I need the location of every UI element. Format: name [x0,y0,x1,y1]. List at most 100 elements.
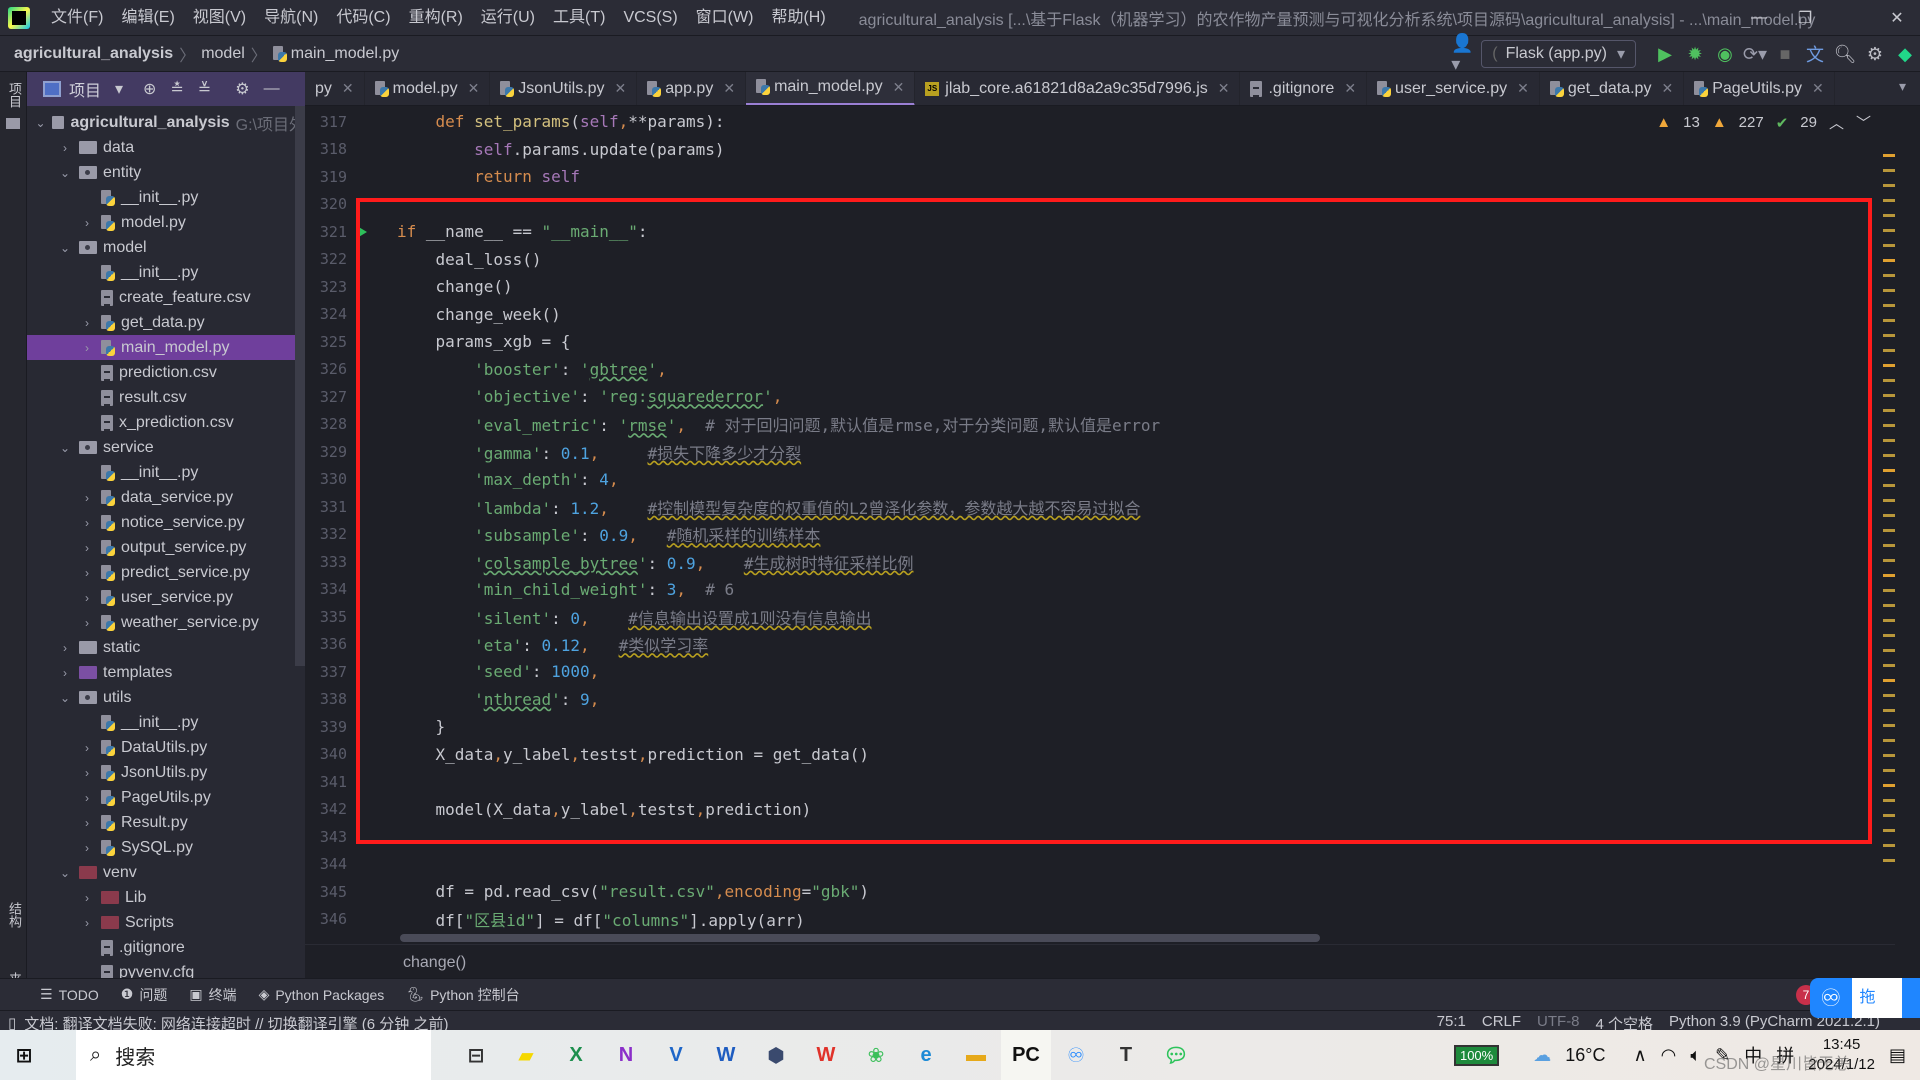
close-window-button[interactable]: ✕ [1874,0,1920,36]
code-line[interactable]: 326 'booster': 'gbtree', [305,356,1895,384]
wps-icon[interactable]: W [801,1030,851,1080]
chevron-right-icon[interactable]: › [79,566,95,580]
stripe-mark[interactable] [1883,634,1895,637]
visio-icon[interactable]: V [651,1030,701,1080]
stripe-mark[interactable] [1883,529,1895,532]
stripe-mark[interactable] [1883,709,1895,712]
stripe-mark[interactable] [1883,334,1895,337]
chevron-right-icon[interactable]: › [79,816,95,830]
stripe-mark[interactable] [1883,259,1895,262]
chevron-right-icon[interactable]: › [79,541,95,555]
chevron-right-icon[interactable]: › [79,316,95,330]
tool-python-packages[interactable]: ◈ Python Packages [259,986,385,1003]
stripe-mark[interactable] [1883,694,1895,697]
typora-icon[interactable]: T [1101,1030,1151,1080]
code-line[interactable]: 328 'eval_metric': 'rmse', # 对于回归问题,默认值是… [305,411,1895,439]
project-tool-tab[interactable]: 项目 [5,82,24,108]
line-number[interactable]: 344 [305,855,347,873]
stripe-mark[interactable] [1883,469,1895,472]
tree-item[interactable]: pyvenv.cfg [27,960,305,978]
tree-item[interactable]: __init__.py [27,260,305,285]
code-line[interactable]: 337 'seed': 1000, [305,658,1895,686]
code-line[interactable]: 336 'eta': 0.12, #类似学习率 [305,631,1895,659]
toolbox-icon[interactable]: ◆ [1890,39,1920,69]
chevron-right-icon[interactable]: › [79,841,95,855]
editor-tab[interactable]: user_service.py ✕ [1367,72,1540,105]
stripe-mark[interactable] [1883,169,1895,172]
tree-item[interactable]: › weather_service.py [27,610,305,635]
line-number[interactable]: 321 [305,223,347,241]
baidu-netdisk-float[interactable]: ♾ 拖 [1810,978,1920,1018]
stripe-mark[interactable] [1883,739,1895,742]
line-number[interactable]: 327 [305,388,347,406]
close-tab-icon[interactable]: ✕ [1661,80,1673,97]
run-config-select[interactable]: (Flask (app.py) ▾ [1481,40,1636,68]
code-line[interactable]: 346 df["区县id"] = df["columns"].apply(arr… [305,906,1895,934]
tree-item[interactable]: › user_service.py [27,585,305,610]
line-number[interactable]: 339 [305,718,347,736]
tree-item[interactable]: prediction.csv [27,360,305,385]
line-number[interactable]: 333 [305,553,347,571]
line-number[interactable]: 341 [305,773,347,791]
chevron-right-icon[interactable]: › [79,491,95,505]
stripe-mark[interactable] [1883,394,1895,397]
chevron-down-icon[interactable]: ﹀ [1856,112,1871,133]
stripe-mark[interactable] [1883,619,1895,622]
line-number[interactable]: 328 [305,415,347,433]
tabs-overflow-icon[interactable]: ▾ [1899,78,1906,95]
tree-item[interactable]: › main_model.py [27,335,305,360]
code-line[interactable]: 344 [305,851,1895,879]
tree-item[interactable]: ⌄ model [27,235,305,260]
tree-item[interactable]: › JsonUtils.py [27,760,305,785]
line-number[interactable]: 337 [305,663,347,681]
code-line[interactable]: 340 X_data,y_label,testst,prediction = g… [305,741,1895,769]
tool-terminal[interactable]: ▣ 终端 [189,985,236,1005]
error-stripe[interactable] [1883,146,1895,906]
line-number[interactable]: 319 [305,168,347,186]
stripe-mark[interactable] [1883,844,1895,847]
breadcrumb-project[interactable]: agricultural_analysis [14,45,173,63]
menu-item[interactable]: VCS(S) [614,0,686,36]
stripe-mark[interactable] [1883,184,1895,187]
menu-item[interactable]: 重构(R) [400,0,472,36]
chevron-right-icon[interactable]: › [57,666,73,680]
stripe-mark[interactable] [1883,799,1895,802]
stripe-mark[interactable] [1883,484,1895,487]
run-icon[interactable]: ▶ [1650,39,1680,69]
stripe-mark[interactable] [1883,814,1895,817]
stripe-mark[interactable] [1883,349,1895,352]
tree-item[interactable]: __init__.py [27,710,305,735]
collapse-all-icon[interactable]: ≚ [198,79,211,99]
stripe-mark[interactable] [1883,499,1895,502]
tree-item[interactable]: __init__.py [27,185,305,210]
line-number[interactable]: 324 [305,305,347,323]
run-gutter-icon[interactable] [357,225,367,238]
translate-icon[interactable]: 文 [1800,39,1830,69]
close-tab-icon[interactable]: ✕ [1218,80,1230,97]
wifi-icon[interactable]: ◠ [1661,1045,1677,1066]
editor-tab[interactable]: model.py ✕ [365,72,491,105]
sticky-notes-icon[interactable]: ▰ [501,1030,551,1080]
tree-item[interactable]: › DataUtils.py [27,735,305,760]
line-number[interactable]: 335 [305,608,347,626]
tree-item[interactable]: ⌄ venv [27,860,305,885]
minimize-button[interactable]: — [1736,0,1782,36]
line-number[interactable]: 342 [305,800,347,818]
line-number[interactable]: 323 [305,278,347,296]
menu-item[interactable]: 帮助(H) [762,0,834,36]
stripe-mark[interactable] [1883,514,1895,517]
code-line[interactable]: 342 model(X_data,y_label,testst,predicti… [305,796,1895,824]
tree-item[interactable]: › notice_service.py [27,510,305,535]
code-line[interactable]: 332 'subsample': 0.9, #随机采样的训练样本 [305,521,1895,549]
code-editor[interactable]: 317 def set_params(self,**params): 318 se… [305,106,1895,938]
code-line[interactable]: 324 change_week() [305,301,1895,329]
project-scrollbar[interactable] [295,106,305,666]
stripe-mark[interactable] [1883,199,1895,202]
code-line[interactable]: 345 df = pd.read_csv("result.csv",encodi… [305,878,1895,906]
tree-item[interactable]: ⌄ utils [27,685,305,710]
line-number[interactable]: 320 [305,195,347,213]
stripe-mark[interactable] [1883,304,1895,307]
close-tab-icon[interactable]: ✕ [1344,80,1356,97]
tree-item[interactable]: result.csv [27,385,305,410]
chevron-right-icon[interactable]: › [57,141,73,155]
